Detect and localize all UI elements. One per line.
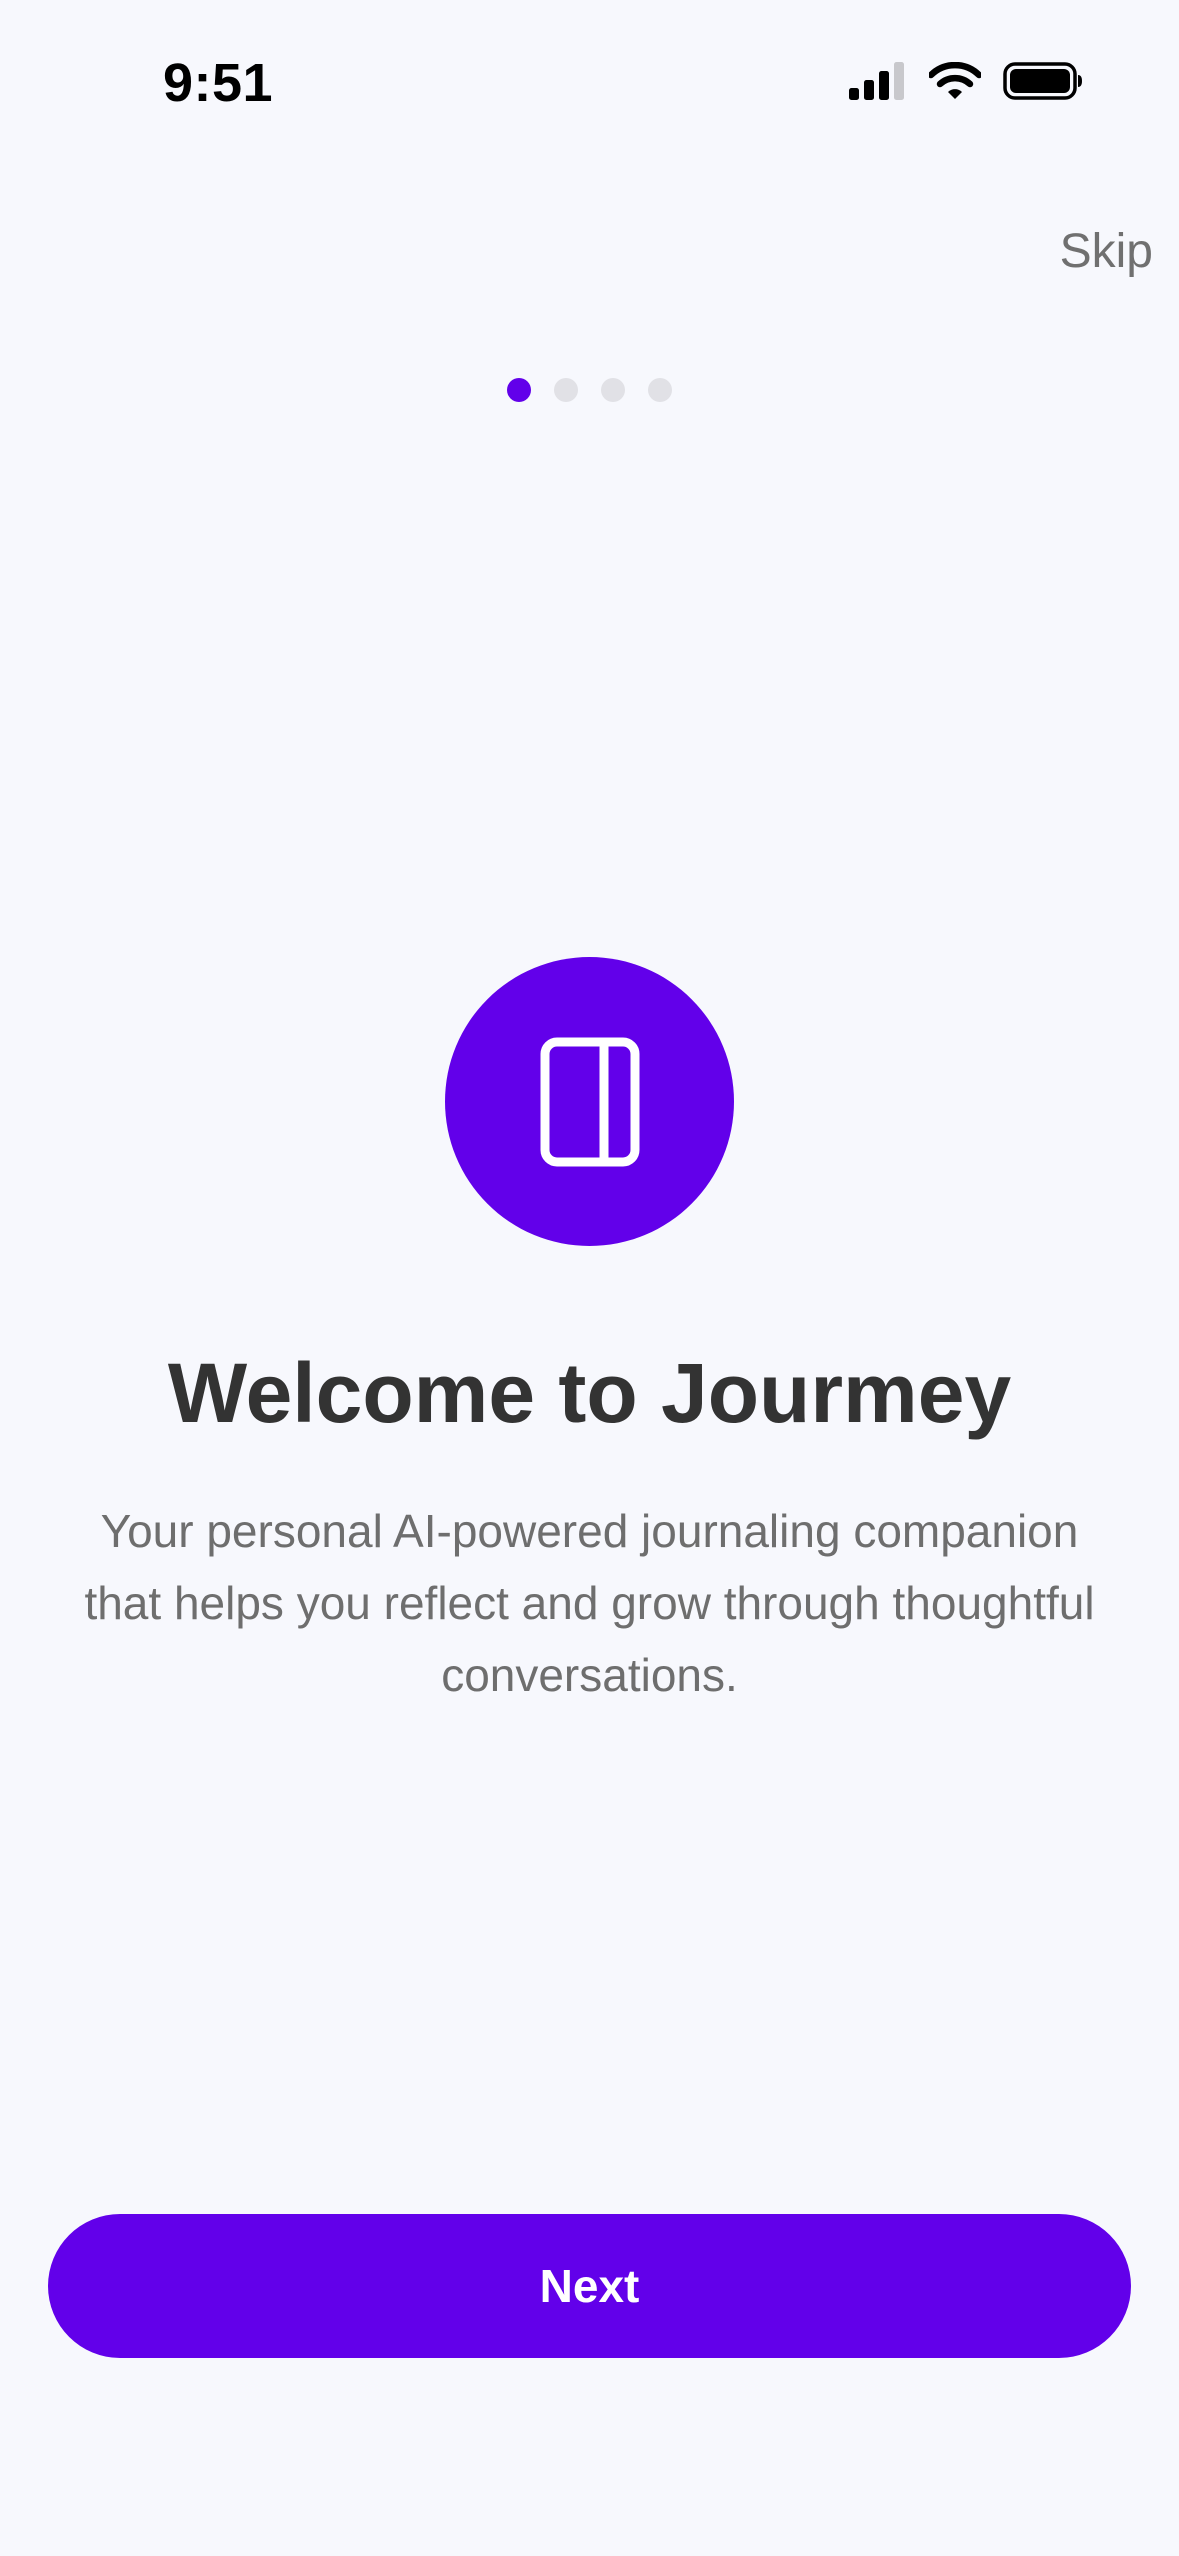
signal-icon — [849, 62, 904, 100]
next-button[interactable]: Next — [48, 2214, 1131, 2358]
status-icons — [849, 62, 1083, 100]
welcome-title: Welcome to Jourmey — [167, 1346, 1012, 1440]
pagination-dots — [0, 378, 1179, 402]
pagination-dot-3[interactable] — [601, 378, 625, 402]
pagination-dot-4[interactable] — [648, 378, 672, 402]
pagination-dot-1[interactable] — [507, 378, 531, 402]
hero-icon-circle — [445, 957, 734, 1246]
status-time: 9:51 — [163, 53, 274, 113]
wifi-icon — [929, 62, 981, 99]
status-bar: 9:51 — [0, 0, 1179, 140]
welcome-subtitle: Your personal AI-powered journaling comp… — [84, 1505, 1095, 1701]
book-icon — [540, 1037, 639, 1166]
skip-button[interactable]: Skip — [1060, 224, 1153, 279]
battery-icon — [1003, 62, 1082, 100]
pagination-dot-2[interactable] — [554, 378, 578, 402]
